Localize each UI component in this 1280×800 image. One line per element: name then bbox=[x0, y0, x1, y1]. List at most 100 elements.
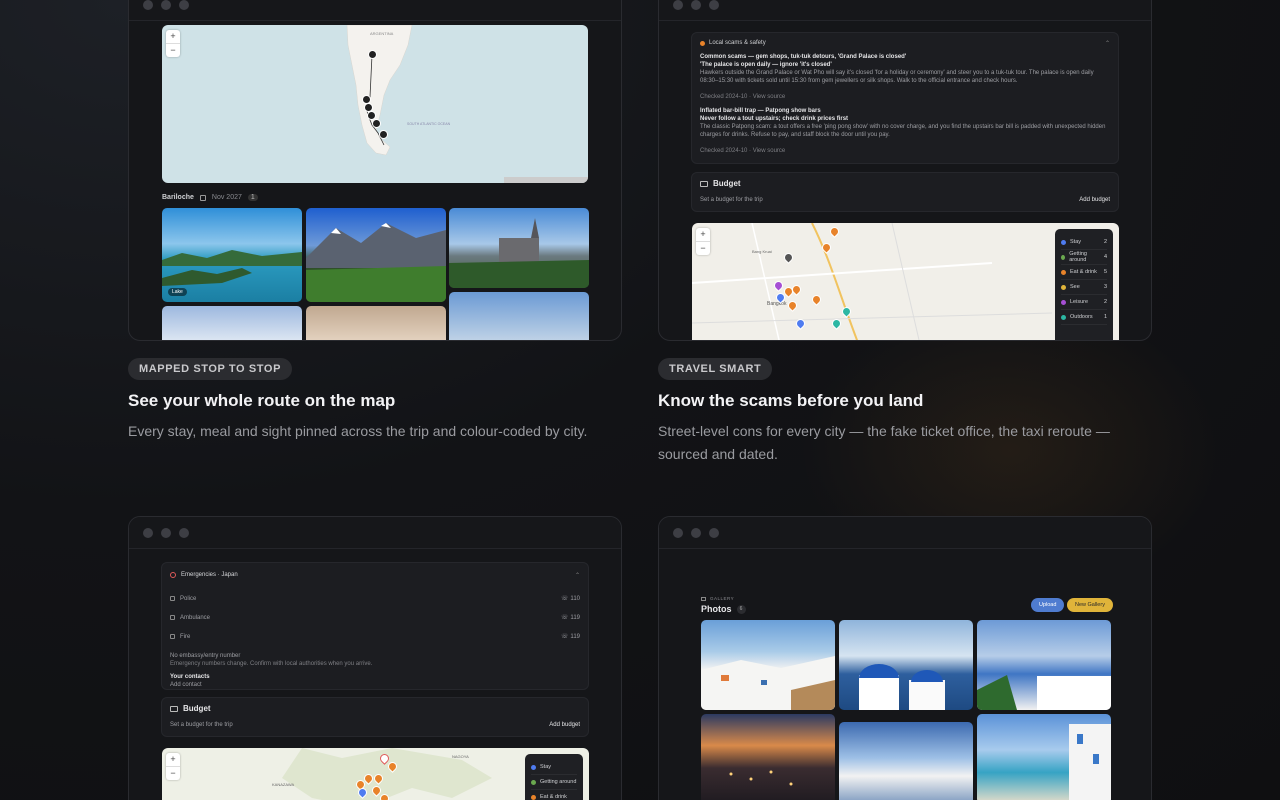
route-map[interactable]: ARGENTINA SOUTH ATLANTIC OCEAN + − bbox=[162, 25, 588, 183]
phone-icon: ☏ bbox=[560, 633, 569, 640]
photo-tile[interactable] bbox=[839, 722, 973, 800]
photo-tile[interactable] bbox=[839, 620, 973, 710]
emergencies-panel: Emergencies · Japan ⌃ Police ☏ 110 Ambul… bbox=[161, 562, 589, 690]
gallery-title-row: Photos 6 bbox=[701, 604, 746, 614]
city-map[interactable]: Bang Kruai Bangkok + − Stay 2 Getting aro… bbox=[692, 223, 1119, 340]
legend-item[interactable]: See 3 bbox=[1061, 280, 1107, 295]
region-map[interactable]: KANAZAWA NAGOYA + − Stay Getting around … bbox=[162, 748, 589, 800]
zoom-in-button[interactable]: + bbox=[166, 30, 180, 43]
warning-icon bbox=[700, 40, 705, 46]
photo-thumbnail[interactable] bbox=[306, 208, 446, 302]
zoom-in-button[interactable]: + bbox=[696, 228, 710, 241]
embassy-subnote: Emergency numbers change. Confirm with l… bbox=[170, 661, 373, 667]
map-label: NAGOYA bbox=[452, 754, 469, 759]
window-dot bbox=[691, 0, 701, 10]
zoom-out-button[interactable]: − bbox=[166, 766, 180, 780]
budget-row: Set a budget for the trip Add budget bbox=[700, 196, 1110, 204]
city-meta: Nov 2027 bbox=[211, 194, 242, 201]
feature-card-map: ARGENTINA SOUTH ATLANTIC OCEAN + − Baril… bbox=[128, 0, 622, 341]
scam-title: Common scams — gem shops, tuk-tuk detour… bbox=[700, 54, 907, 60]
map-pin[interactable] bbox=[372, 119, 381, 128]
chevron-up-icon[interactable]: ⌃ bbox=[1105, 40, 1110, 47]
scams-panel: Local scams & safety ⌃ Common scams — ge… bbox=[691, 32, 1119, 164]
photo-tile[interactable] bbox=[977, 714, 1111, 800]
emergency-row[interactable]: Ambulance ☏ 119 bbox=[170, 608, 580, 627]
emergency-row[interactable]: Police ☏ 110 bbox=[170, 589, 580, 608]
legend-item[interactable]: Outdoors 1 bbox=[1061, 310, 1107, 325]
feature-title: See your whole route on the map bbox=[128, 391, 396, 410]
photo-thumbnail[interactable] bbox=[162, 306, 302, 340]
window-dot bbox=[143, 527, 153, 538]
window-dot bbox=[709, 527, 719, 538]
scam-body: The classic Patpong scam: a tout offers … bbox=[700, 124, 1106, 138]
photo-scene bbox=[859, 664, 945, 710]
photo-thumbnail[interactable] bbox=[306, 306, 446, 340]
legend-item[interactable]: Getting around 4 bbox=[1061, 250, 1107, 265]
scam-meta[interactable]: Checked 2024-10 · View source bbox=[700, 147, 1110, 155]
scam-subtitle: 'The palace is open daily — ignore 'it's… bbox=[700, 62, 832, 68]
photo-tile[interactable] bbox=[977, 620, 1111, 710]
legend-item[interactable]: Leisure 2 bbox=[1061, 295, 1107, 310]
card-body: ARGENTINA SOUTH ATLANTIC OCEAN + − Baril… bbox=[129, 22, 621, 340]
map-label: SOUTH ATLANTIC OCEAN bbox=[407, 122, 451, 126]
upload-button[interactable]: Upload bbox=[1031, 598, 1065, 612]
photo-tile[interactable] bbox=[701, 714, 835, 800]
photo-scene bbox=[977, 675, 1111, 710]
map-pin[interactable] bbox=[368, 50, 377, 59]
photo-scene bbox=[701, 656, 835, 710]
panel-header[interactable]: Emergencies · Japan ⌃ bbox=[170, 571, 580, 579]
embassy-note: No embassy/entry number bbox=[170, 653, 241, 659]
add-budget-button[interactable]: Add budget bbox=[549, 721, 580, 729]
feature-card-photos: GALLERY Photos 6 Upload New Gallery bbox=[658, 516, 1152, 800]
panel-header[interactable]: Local scams & safety ⌃ bbox=[700, 39, 1110, 47]
emergency-number[interactable]: 119 bbox=[570, 633, 580, 641]
photo-thumbnail[interactable] bbox=[449, 208, 589, 288]
photo-tile[interactable] bbox=[701, 620, 835, 710]
window-dot bbox=[673, 0, 683, 10]
chevron-up-icon[interactable]: ⌃ bbox=[575, 572, 580, 579]
window-dot bbox=[709, 0, 719, 10]
emergency-label: Ambulance bbox=[180, 614, 211, 621]
map-legend: Stay Getting around Eat & drink bbox=[525, 754, 583, 800]
budget-title: Budget bbox=[713, 179, 741, 188]
feature-badge: MAPPED STOP TO STOP bbox=[128, 358, 293, 380]
photo-count-badge: 6 bbox=[736, 604, 746, 614]
map-attribution bbox=[504, 177, 588, 183]
scam-meta[interactable]: Checked 2024-10 · View source bbox=[700, 93, 1110, 101]
phone-icon: ☏ bbox=[560, 595, 569, 602]
zoom-out-button[interactable]: − bbox=[696, 241, 710, 255]
add-contact-button[interactable]: Add contact bbox=[170, 681, 580, 689]
zoom-out-button[interactable]: − bbox=[166, 43, 180, 57]
legend-item[interactable]: Stay 2 bbox=[1061, 235, 1107, 250]
feature-title: Know the scams before you land bbox=[658, 391, 924, 410]
photo-thumbnail[interactable]: Lake bbox=[162, 208, 302, 302]
window-dot bbox=[161, 527, 171, 538]
contacts-title: Your contacts bbox=[170, 674, 210, 680]
map-zoom-control: + − bbox=[166, 30, 180, 57]
legend-item[interactable]: Stay bbox=[531, 760, 577, 775]
photo-scene bbox=[306, 223, 446, 302]
window-dot bbox=[179, 527, 189, 538]
gallery-title: Photos bbox=[701, 604, 732, 614]
map-label: Bang Kruai bbox=[752, 249, 772, 254]
emergency-number[interactable]: 119 bbox=[570, 614, 580, 622]
legend-item[interactable]: Eat & drink 5 bbox=[1061, 265, 1107, 280]
phone-icon: ☏ bbox=[560, 614, 569, 621]
budget-title: Budget bbox=[183, 704, 211, 713]
panel-title: Emergencies · Japan bbox=[181, 572, 238, 578]
zoom-in-button[interactable]: + bbox=[166, 753, 180, 766]
map-pin[interactable] bbox=[379, 130, 388, 139]
photo-thumbnail[interactable] bbox=[449, 292, 589, 340]
legend-item[interactable]: Getting around bbox=[531, 775, 577, 790]
legend-item[interactable]: Eat & drink bbox=[531, 790, 577, 800]
map-label: Bangkok bbox=[767, 301, 787, 307]
thumb-caption: Lake bbox=[168, 288, 187, 296]
calendar-icon bbox=[199, 194, 206, 201]
new-gallery-button[interactable]: New Gallery bbox=[1067, 598, 1113, 612]
emergency-row[interactable]: Fire ☏ 119 bbox=[170, 627, 580, 646]
window-dot bbox=[161, 0, 171, 10]
add-budget-button[interactable]: Add budget bbox=[1079, 196, 1110, 204]
emergency-number[interactable]: 110 bbox=[570, 595, 580, 603]
ambulance-icon bbox=[170, 615, 175, 620]
card-body: Emergencies · Japan ⌃ Police ☏ 110 Ambul… bbox=[129, 550, 621, 800]
